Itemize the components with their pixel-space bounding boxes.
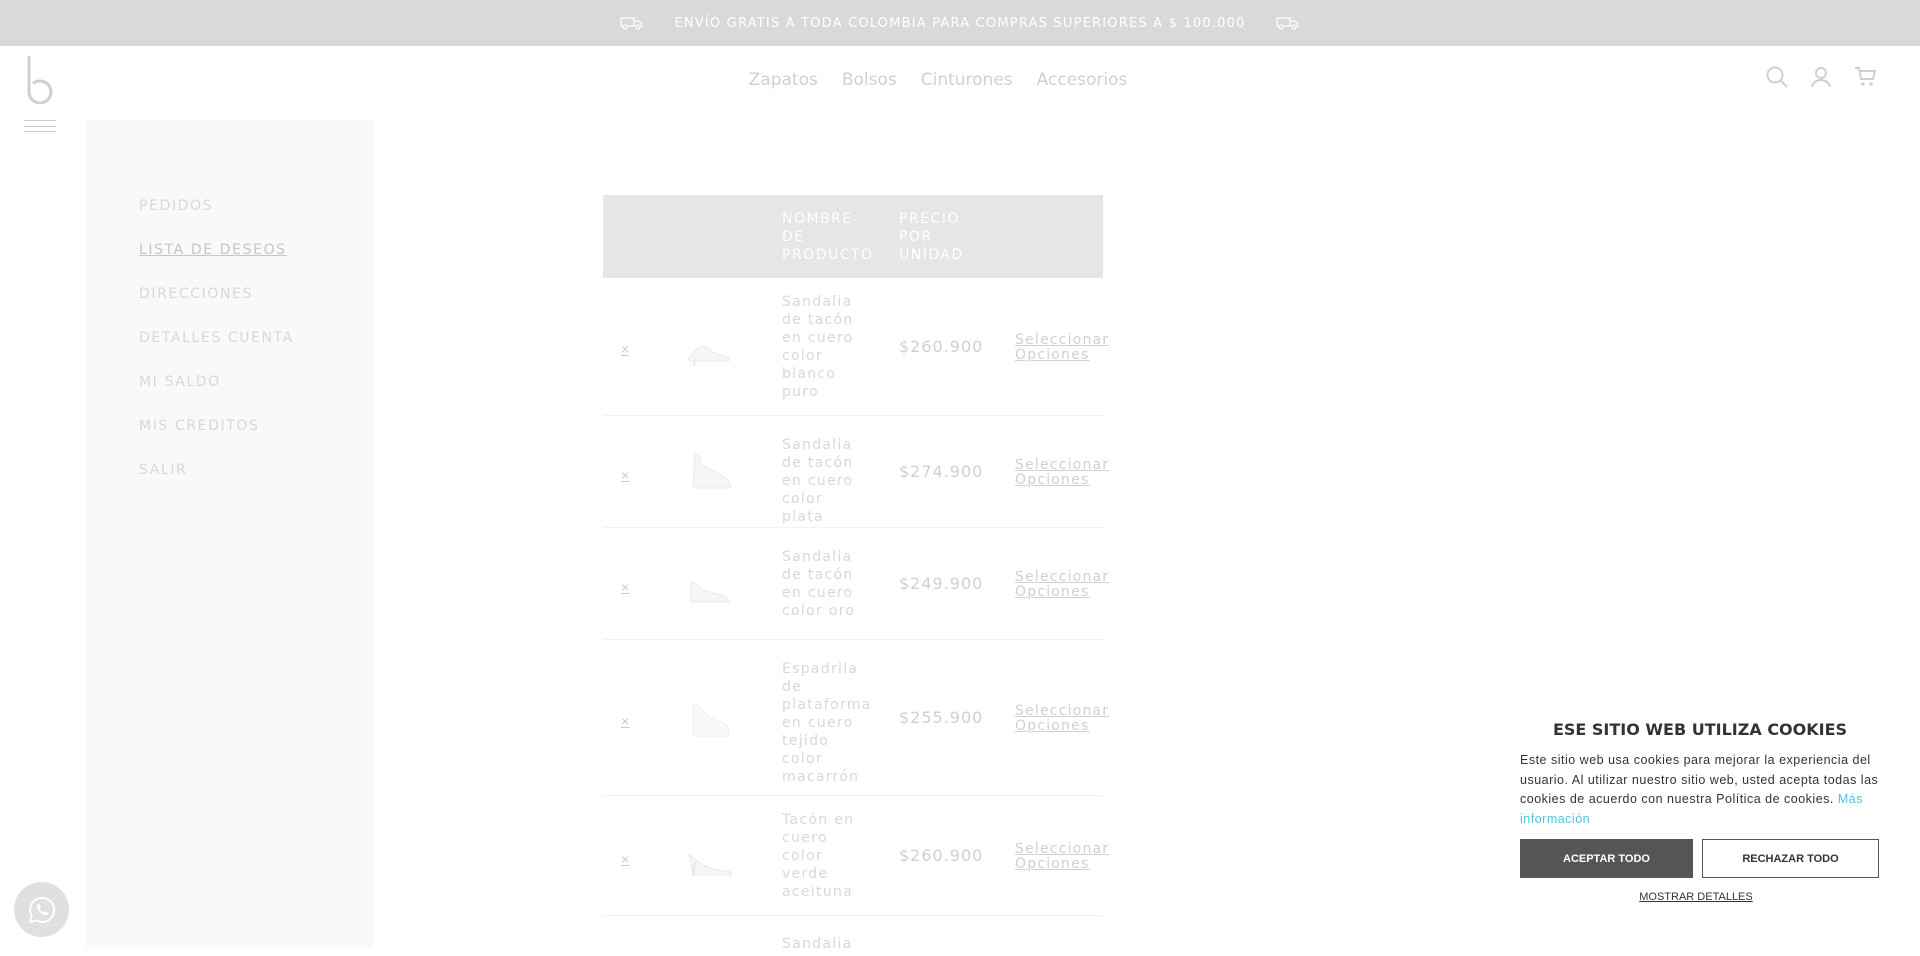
- whatsapp-button[interactable]: [14, 882, 69, 937]
- product-name[interactable]: Tacón en cuero color verde aceituna: [782, 811, 864, 901]
- user-icon[interactable]: [1810, 66, 1832, 88]
- brand-logo[interactable]: [24, 54, 56, 104]
- sidebar-item-pedidos[interactable]: PEDIDOS: [139, 198, 294, 242]
- product-price: $249.900: [899, 574, 984, 593]
- cookie-body: Este sitio web usa cookies para mejorar …: [1520, 753, 1879, 806]
- product-thumbnail[interactable]: [685, 696, 735, 740]
- select-options-link[interactable]: Seleccionar Opciones: [1015, 704, 1108, 734]
- sidebar-item-direcciones[interactable]: DIRECCIONES: [139, 286, 294, 330]
- truck-icon: [620, 17, 644, 30]
- select-options-link[interactable]: Seleccionar Opciones: [1015, 458, 1108, 488]
- product-price: $260.900: [899, 846, 984, 865]
- nav-accesorios[interactable]: Accesorios: [1037, 70, 1128, 90]
- remove-item-button[interactable]: ×: [621, 851, 629, 867]
- table-header: NOMBRE DE PRODUCTO PRECIO POR UNIDAD: [603, 195, 1103, 278]
- select-options-link[interactable]: Seleccionar Opciones: [1015, 570, 1108, 600]
- main-nav: Zapatos Bolsos Cinturones Accesorios: [0, 70, 1920, 90]
- product-price: $260.900: [899, 337, 984, 356]
- table-row: × Espadrila de plataforma en cuero tejid…: [603, 640, 1108, 796]
- product-price: $274.900: [899, 462, 984, 481]
- whatsapp-icon: [28, 896, 55, 923]
- product-thumbnail[interactable]: [685, 450, 735, 494]
- sidebar-item-detalles-cuenta[interactable]: DETALLES CUENTA: [139, 330, 294, 374]
- wishlist-table: NOMBRE DE PRODUCTO PRECIO POR UNIDAD × S…: [603, 195, 1108, 956]
- show-details-link[interactable]: MOSTRAR DETALLES: [1500, 891, 1892, 903]
- search-icon[interactable]: [1766, 66, 1788, 88]
- nav-bolsos[interactable]: Bolsos: [842, 70, 897, 90]
- product-name[interactable]: Sandalia de tacón en cuero color plata: [782, 436, 864, 526]
- site-header: Zapatos Bolsos Cinturones Accesorios: [0, 46, 1920, 132]
- truck-icon: [1275, 17, 1299, 30]
- table-row: × Tacón en cuero color verde aceituna $2…: [603, 796, 1108, 916]
- accept-all-button[interactable]: ACEPTAR TODO: [1520, 839, 1693, 878]
- product-name[interactable]: Espadrila de plataforma en cuero tejido …: [782, 660, 870, 786]
- product-price: $255.900: [899, 708, 984, 727]
- cookie-text: Este sitio web usa cookies para mejorar …: [1520, 751, 1890, 829]
- promo-bar: ENVÍO GRATIS A TODA COLOMBIA PARA COMPRA…: [0, 0, 1920, 46]
- product-thumbnail[interactable]: [685, 324, 735, 368]
- menu-toggle[interactable]: [24, 120, 56, 132]
- remove-item-button[interactable]: ×: [621, 713, 629, 729]
- header-actions: [1766, 66, 1877, 88]
- sidebar-item-mis-creditos[interactable]: MIS CREDITOS: [139, 418, 294, 462]
- select-options-link[interactable]: Seleccionar Opciones: [1015, 333, 1108, 363]
- header-product-name: NOMBRE DE PRODUCTO: [782, 211, 874, 263]
- cart-icon[interactable]: [1854, 66, 1877, 88]
- select-options-link[interactable]: Seleccionar Opciones: [1015, 842, 1108, 872]
- cookie-title: ESE SITIO WEB UTILIZA COOKIES: [1552, 720, 1848, 739]
- account-sidebar: PEDIDOS LISTA DE DESEOS DIRECCIONES DETA…: [85, 120, 373, 947]
- table-row: × Sandalia de tacón en cuero color oro $…: [603, 528, 1108, 640]
- table-row: × Sandalia de tacón en cuero color blanc…: [603, 278, 1108, 416]
- remove-item-button[interactable]: ×: [621, 467, 629, 483]
- nav-zapatos[interactable]: Zapatos: [749, 70, 818, 90]
- header-unit-price: PRECIO POR UNIDAD: [899, 211, 964, 263]
- nav-cinturones[interactable]: Cinturones: [921, 70, 1013, 90]
- sidebar-item-lista-deseos[interactable]: LISTA DE DESEOS: [139, 242, 294, 286]
- remove-item-button[interactable]: ×: [621, 579, 629, 595]
- product-thumbnail[interactable]: [685, 562, 735, 606]
- product-name[interactable]: Sandalia: [782, 935, 864, 953]
- table-row: × Sandalia de tacón en cuero color plata…: [603, 416, 1108, 528]
- reject-all-button[interactable]: RECHAZAR TODO: [1702, 839, 1879, 878]
- product-name[interactable]: Sandalia de tacón en cuero color oro: [782, 548, 864, 620]
- sidebar-item-salir[interactable]: SALIR: [139, 462, 294, 506]
- product-name[interactable]: Sandalia de tacón en cuero color blanco …: [782, 293, 864, 401]
- product-thumbnail[interactable]: [685, 834, 735, 878]
- promo-text: ENVÍO GRATIS A TODA COLOMBIA PARA COMPRA…: [674, 15, 1246, 31]
- sidebar-item-mi-saldo[interactable]: MI SALDO: [139, 374, 294, 418]
- table-row: Sandalia: [603, 916, 1103, 956]
- cookie-banner: ESE SITIO WEB UTILIZA COOKIES Este sitio…: [1500, 700, 1900, 947]
- remove-item-button[interactable]: ×: [621, 341, 629, 357]
